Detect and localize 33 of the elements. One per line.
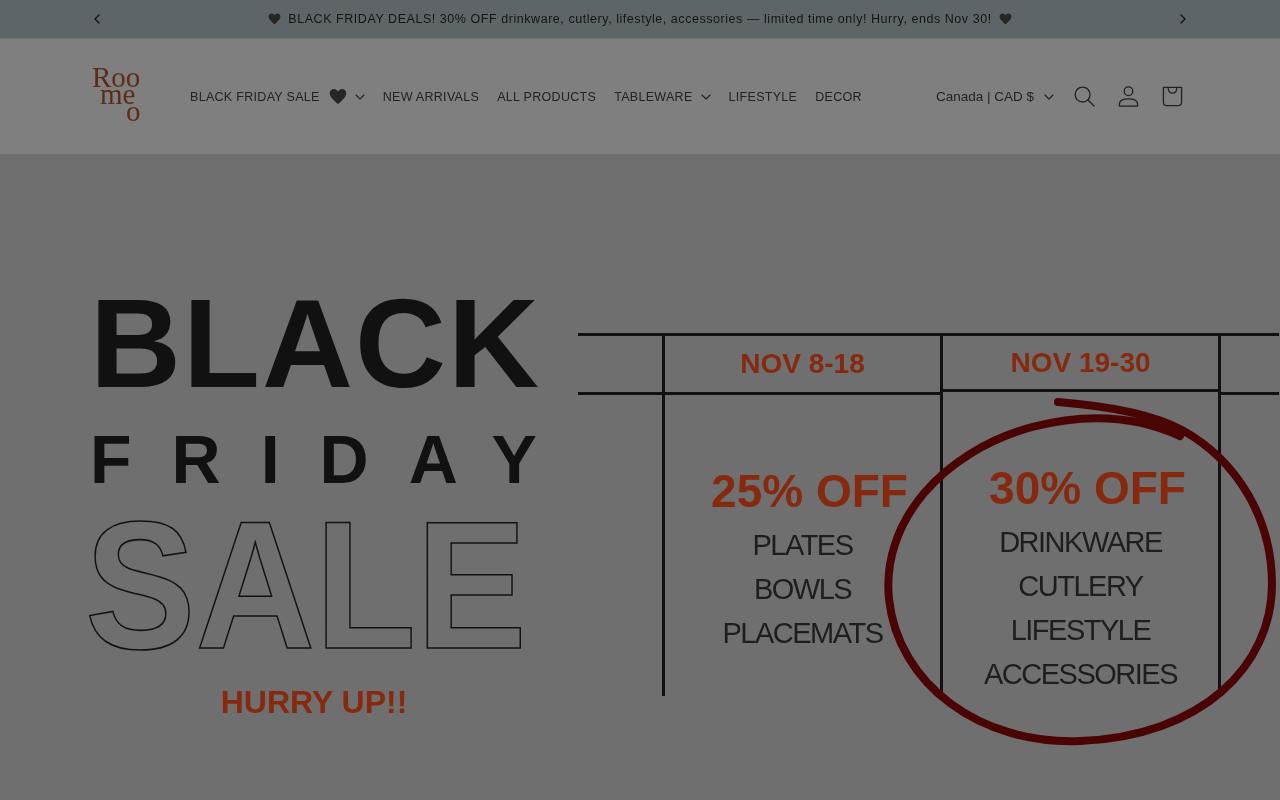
nav-link[interactable]: BLACK FRIDAY SALE (190, 81, 365, 112)
announcement-text: BLACK FRIDAY DEALS! 30% OFF drinkware, cutlery, lifestyle, accessories — limited time only! Hurry, ends Nov 30! (288, 12, 992, 26)
heart-icon (268, 13, 282, 25)
outline-heading: SALE (85, 494, 527, 676)
chevron-left-icon (94, 14, 100, 24)
banner-subheading: FRIDAY (90, 425, 577, 493)
nav-link[interactable]: ALL PRODUCTS (497, 81, 597, 112)
currency-selector[interactable]: Canada | CAD $ (935, 81, 1054, 112)
store-logo[interactable]: Roo meo (92, 69, 152, 120)
category-text: PLACEMATS (722, 616, 883, 651)
caret-icon (1044, 93, 1054, 100)
category-text: BOWLS (753, 572, 852, 607)
search-icon (1073, 86, 1095, 107)
banner-heading: BLACK (90, 281, 541, 407)
chevron-right-icon (1180, 14, 1186, 24)
date-range-heading: NOV 19-30 (1010, 346, 1151, 379)
callout-text: HURRY UP!! (220, 686, 408, 718)
heart-icon (328, 88, 347, 105)
category-text: CUTLERY (1018, 569, 1143, 604)
category-text: DRINKWARE (999, 525, 1162, 560)
category-text: PLATES (752, 528, 853, 563)
discount-text: 30% OFF (989, 465, 1186, 511)
date-range-heading: NOV 8-18 (740, 348, 865, 380)
heart-icon (998, 13, 1012, 25)
nav-link[interactable]: TABLEWARE (614, 81, 711, 112)
person-icon (1117, 86, 1139, 107)
category-text: ACCESSORIES (984, 657, 1177, 692)
nav-link[interactable]: DECOR (815, 81, 862, 112)
category-text: LIFESTYLE (1010, 613, 1151, 648)
bag-icon (1161, 86, 1183, 107)
nav-link[interactable]: LIFESTYLE (728, 81, 798, 112)
nav-link[interactable]: NEW ARRIVALS (382, 81, 480, 112)
discount-text: 25% OFF (711, 468, 908, 514)
